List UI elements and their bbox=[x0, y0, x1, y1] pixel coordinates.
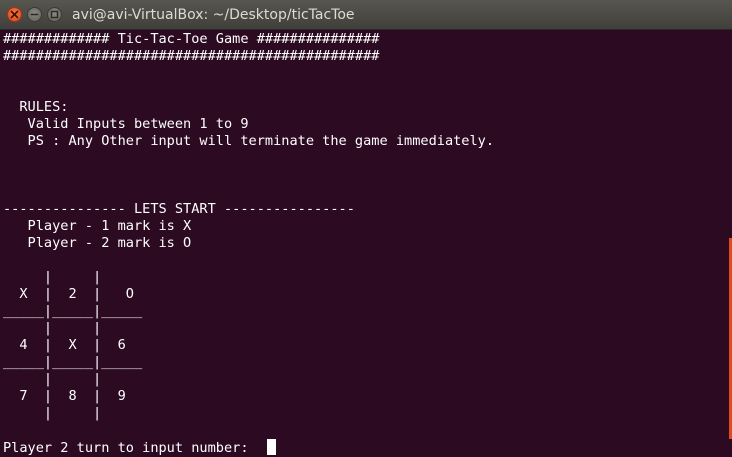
terminal-line: RULES: bbox=[3, 99, 69, 115]
terminal-line: ########################################… bbox=[3, 48, 380, 64]
prompt-text: Player 2 turn to input number: bbox=[3, 440, 265, 456]
terminal-line: | | bbox=[3, 405, 102, 421]
terminal-output[interactable]: ############# Tic-Tac-Toe Game #########… bbox=[0, 30, 732, 456]
terminal-line: --------------- LETS START -------------… bbox=[3, 201, 355, 217]
terminal-line: _____|_____|_____ bbox=[3, 303, 143, 319]
terminal-line: PS : Any Other input will terminate the … bbox=[3, 133, 495, 149]
terminal-line: Player - 2 mark is O bbox=[3, 235, 192, 251]
terminal-line: | | bbox=[3, 269, 102, 285]
maximize-window-button[interactable] bbox=[47, 7, 62, 22]
close-icon bbox=[10, 10, 19, 19]
terminal-line: 4 | X | 6 bbox=[3, 337, 126, 353]
maximize-icon bbox=[50, 10, 59, 19]
terminal-line: 7 | 8 | 9 bbox=[3, 388, 126, 404]
window-titlebar[interactable]: avi@avi-VirtualBox: ~/Desktop/ticTacToe bbox=[0, 0, 732, 30]
prompt-line[interactable]: Player 2 turn to input number: bbox=[3, 439, 732, 456]
terminal-line: Player - 1 mark is X bbox=[3, 218, 192, 234]
minimize-window-button[interactable] bbox=[27, 7, 42, 22]
close-window-button[interactable] bbox=[7, 7, 22, 22]
window-title: avi@avi-VirtualBox: ~/Desktop/ticTacToe bbox=[72, 7, 355, 23]
terminal-line: _____|_____|_____ bbox=[3, 354, 143, 370]
text-cursor bbox=[266, 439, 276, 455]
terminal-line: | | bbox=[3, 371, 102, 387]
terminal-line: | | bbox=[3, 320, 102, 336]
minimize-icon bbox=[30, 13, 39, 16]
terminal-line: X | 2 | O bbox=[3, 286, 134, 302]
terminal-line: ############# Tic-Tac-Toe Game #########… bbox=[3, 31, 380, 47]
terminal-line: Valid Inputs between 1 to 9 bbox=[3, 116, 249, 132]
